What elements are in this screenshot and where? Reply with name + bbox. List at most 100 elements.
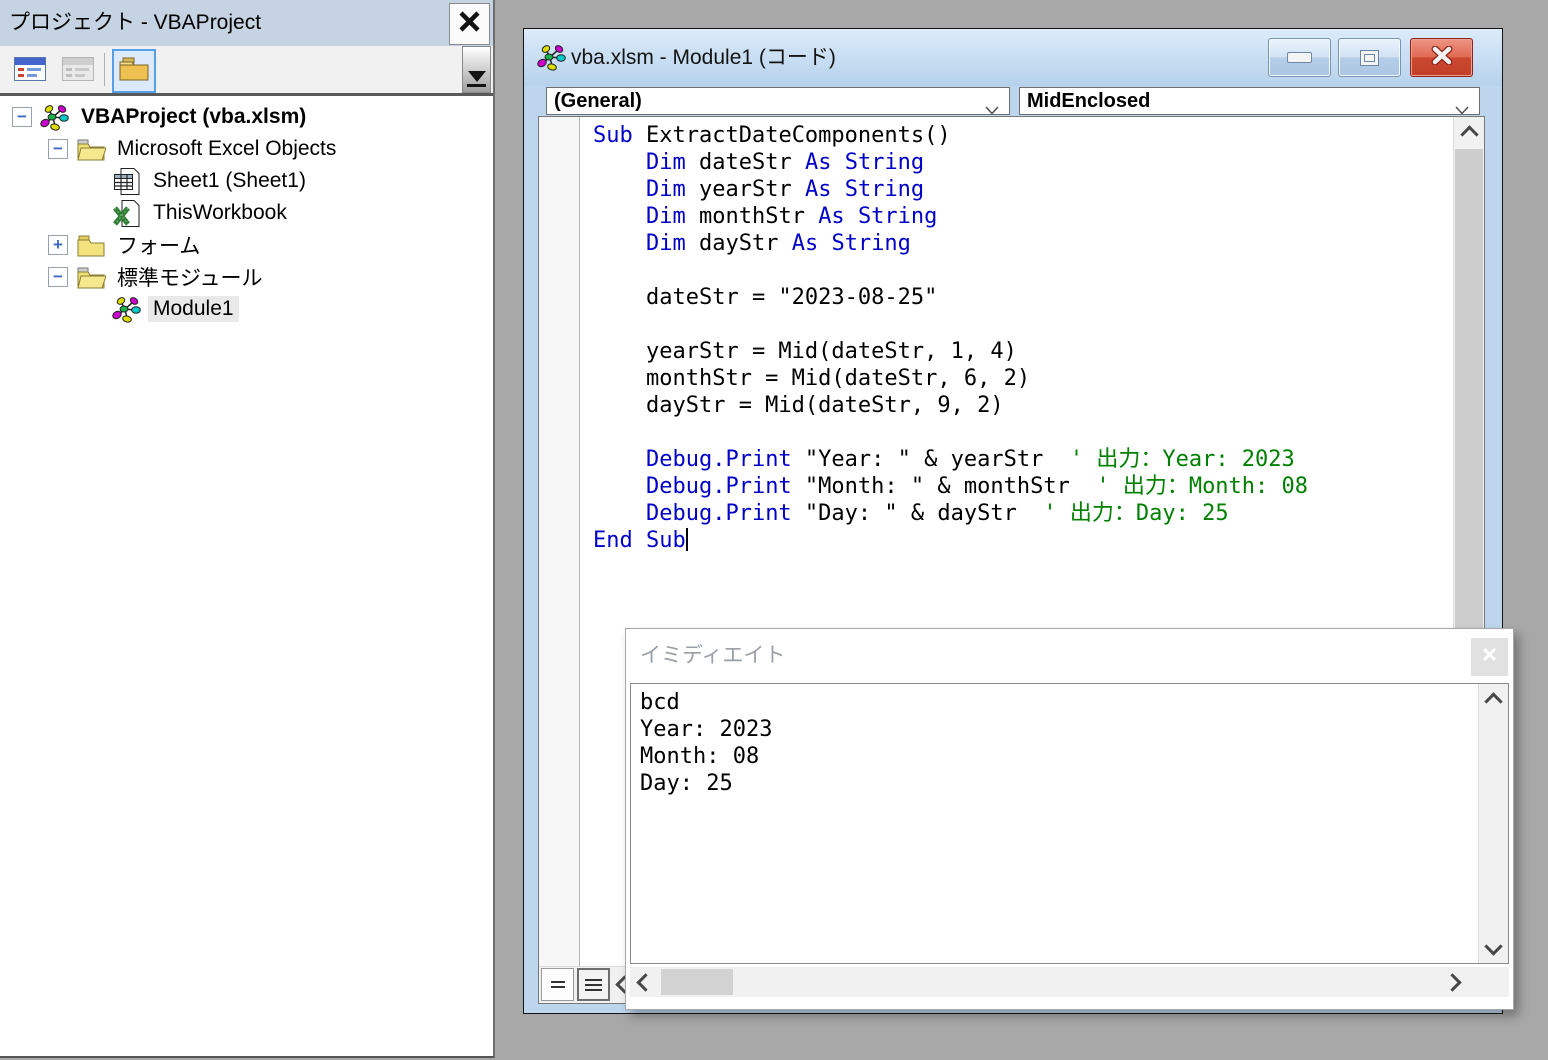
object-dropdown[interactable]: (General) (546, 87, 1010, 115)
tree-item-module1[interactable]: Module1 (0, 293, 491, 325)
horizontal-scroll-thumb[interactable] (661, 969, 733, 995)
code-token: "Month: " & monthStr (791, 474, 1097, 499)
immediate-titlebar[interactable]: イミディエイト (626, 629, 1513, 683)
code-keyword: As (791, 231, 819, 256)
code-line: End Sub (593, 527, 1452, 554)
collapse-expander-icon[interactable]: − (48, 139, 68, 159)
code-window-titlebar[interactable]: vba.xlsm - Module1 (コード) (524, 29, 1502, 86)
view-code-button[interactable] (8, 49, 52, 93)
sheet-icon (111, 166, 142, 196)
overflow-arrow-icon (467, 71, 486, 82)
tree-item-label: フォーム (117, 235, 201, 258)
scroll-up-icon[interactable] (1479, 690, 1508, 712)
expand-expander-icon[interactable]: + (48, 235, 68, 255)
toolbar-separator (104, 53, 105, 86)
code-token: ExtractDateComponents() (632, 123, 951, 148)
code-token: yearStr = Mid(dateStr, 1, 4) (593, 339, 1017, 364)
immediate-horizontal-scrollbar[interactable] (630, 967, 1509, 997)
view-code-icon (13, 54, 47, 89)
immediate-title: イミディエイト (640, 644, 786, 667)
minimize-icon (1287, 52, 1312, 63)
code-line: Debug.Print "Day: " & dayStr ' 出力：Day: 2… (593, 500, 1452, 527)
code-keyword: As (804, 177, 832, 202)
code-line: yearStr = Mid(dateStr, 1, 4) (593, 338, 1452, 365)
immediate-line: Day: 25 (640, 771, 733, 796)
tree-item-microsoft-excel-objects[interactable]: − Microsoft Excel Objects (0, 133, 491, 165)
object-dropdown-value: (General) (554, 90, 642, 112)
view-object-button[interactable] (56, 49, 100, 93)
toggle-folders-icon (117, 54, 151, 89)
tree-item-label: VBAProject (vba.xlsm) (81, 105, 307, 128)
tree-item-sheet1-sheet1[interactable]: Sheet1 (Sheet1) (0, 165, 491, 197)
code-window-title: vba.xlsm - Module1 (コード) (571, 46, 836, 69)
code-keyword: As (804, 150, 832, 175)
folder-closed-icon (75, 230, 106, 260)
tree-item-vbaproject-vba-xlsm[interactable]: − VBAProject (vba.xlsm) (0, 101, 491, 133)
code-line: monthStr = Mid(dateStr, 6, 2) (593, 365, 1452, 392)
immediate-text[interactable]: bcd Year: 2023 Month: 08 Day: 25 (640, 689, 1476, 961)
project-panel-titlebar[interactable]: プロジェクト - VBAProject (0, 0, 493, 46)
tree-item-label: Module1 (148, 296, 239, 322)
code-keyword: End Sub (593, 528, 686, 553)
scroll-down-icon[interactable] (1479, 935, 1508, 957)
toolbar-overflow-button[interactable] (462, 46, 491, 93)
overflow-bar-icon (467, 84, 486, 87)
code-token: monthStr (685, 204, 819, 229)
project-icon (39, 102, 70, 132)
project-explorer-panel: プロジェクト - VBAProject − VBAProject (vba.xl… (0, 0, 495, 1058)
code-keyword: Debug.Print (645, 474, 792, 499)
code-keyword: Dim (645, 231, 686, 256)
code-keyword: Sub (593, 123, 633, 148)
code-line: Dim monthStr As String (593, 203, 1452, 230)
collapse-expander-icon[interactable]: − (48, 267, 68, 287)
scroll-left-icon[interactable] (634, 971, 656, 993)
procedure-dropdown[interactable]: MidEnclosed (1019, 87, 1480, 115)
project-panel-toolbar (0, 46, 493, 96)
code-keyword: String (844, 177, 925, 202)
close-icon (456, 8, 483, 40)
scroll-right-icon[interactable] (1441, 971, 1463, 993)
immediate-close-button[interactable] (1471, 638, 1508, 676)
close-button[interactable] (1410, 38, 1473, 77)
immediate-vertical-scrollbar[interactable] (1478, 684, 1508, 963)
collapse-expander-icon[interactable]: − (12, 107, 32, 127)
procedure-dropdown-value: MidEnclosed (1027, 90, 1151, 112)
project-panel-close-button[interactable] (449, 3, 490, 45)
restore-button[interactable] (1338, 38, 1401, 77)
code-keyword: As (818, 204, 845, 229)
code-keyword: String (831, 231, 911, 256)
immediate-content[interactable]: bcd Year: 2023 Month: 08 Day: 25 (630, 683, 1509, 964)
tree-item-item-4[interactable]: + フォーム (0, 229, 491, 261)
module-icon (111, 294, 142, 324)
close-icon (1430, 45, 1454, 70)
immediate-line: Month: 08 (640, 744, 760, 769)
tree-item-item-5[interactable]: − 標準モジュール (0, 261, 491, 293)
procedure-view-button[interactable] (541, 968, 574, 1001)
project-tree[interactable]: − VBAProject (vba.xlsm) − Microsoft Excel … (0, 101, 491, 1054)
code-token: dateStr (685, 150, 805, 175)
code-line: Dim dayStr As String (593, 230, 1452, 257)
code-token: "Day: " & dayStr (791, 501, 1044, 526)
tree-item-thisworkbook[interactable]: ThisWorkbook (0, 197, 491, 229)
code-line: Sub ExtractDateComponents() (593, 122, 1452, 149)
toggle-folders-button[interactable] (112, 49, 156, 93)
full-module-view-button[interactable] (577, 968, 610, 1001)
code-token: "Year: " & yearStr (791, 447, 1070, 472)
code-line: Dim dateStr As String (593, 149, 1452, 176)
minimize-button[interactable] (1268, 38, 1331, 77)
immediate-line: bcd (640, 690, 680, 715)
scroll-up-icon[interactable] (1454, 123, 1484, 145)
procedure-view-icon (550, 981, 565, 983)
indicator-margin[interactable] (539, 117, 580, 967)
